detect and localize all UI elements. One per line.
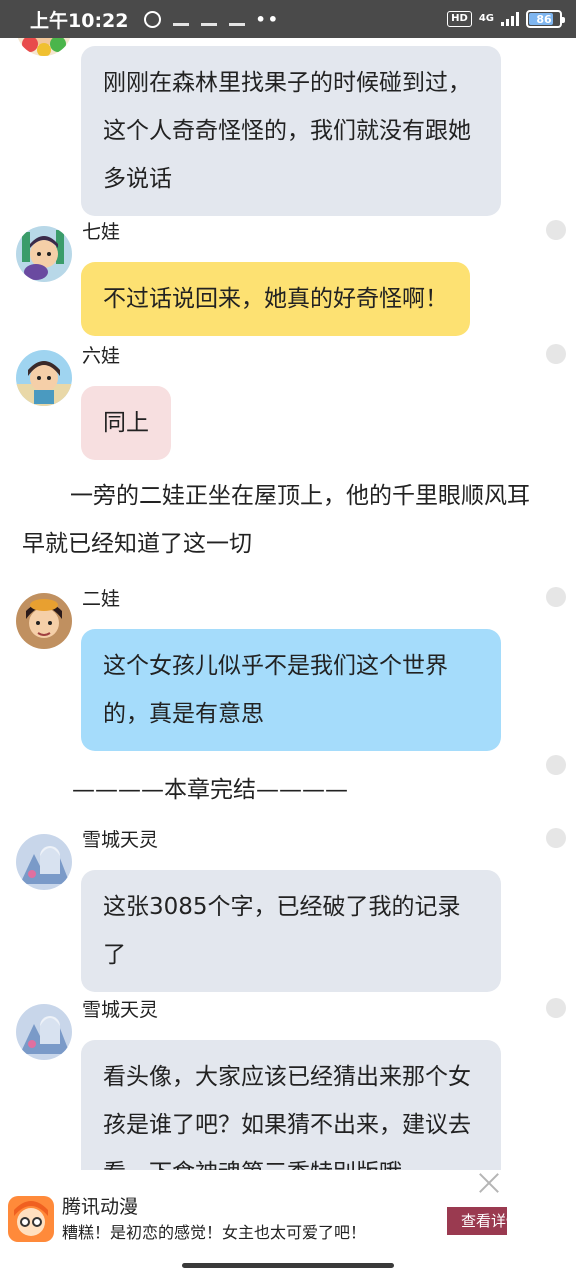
- tencent-comic-logo-icon[interactable]: [8, 1196, 54, 1242]
- app-notification-icon-3: [229, 12, 246, 26]
- sender-name: 雪城天灵: [82, 999, 159, 1021]
- erwa-avatar-icon[interactable]: [16, 593, 72, 649]
- xuecheng-avatar-icon[interactable]: [16, 1004, 72, 1060]
- app-notification-icon-2: [201, 12, 218, 26]
- side-indicator-dot[interactable]: [546, 828, 566, 848]
- side-indicator-dot[interactable]: [546, 587, 566, 607]
- sender-name: 六娃: [82, 345, 121, 367]
- ad-description[interactable]: 糟糕！是初恋的感觉！女主也太可爱了吧！: [62, 1219, 366, 1243]
- message-bubble[interactable]: 刚刚在森林里找果子的时候碰到过，这个人奇奇怪怪的，我们就没有跟她多说话: [81, 46, 501, 216]
- close-icon[interactable]: [476, 1170, 502, 1196]
- xuecheng-avatar-icon[interactable]: [16, 834, 72, 890]
- sender-name: 雪城天灵: [82, 829, 159, 851]
- message-bubble[interactable]: 看头像，大家应该已经猜出来那个女孩是谁了吧？如果猜不出来，建议去看一下食神魂第三…: [81, 1040, 501, 1170]
- side-indicator-dot[interactable]: [546, 220, 566, 240]
- battery-icon: 86: [526, 10, 565, 28]
- status-bar: 上午10:22 •• HD 4G 86: [0, 0, 576, 38]
- more-notifications-icon: ••: [255, 9, 280, 29]
- narration-text: 一旁的二娃正坐在屋顶上，他的千里眼顺风耳早就已经知道了这一切: [22, 483, 530, 557]
- battery-level: 86: [536, 12, 552, 26]
- message-bubble[interactable]: 不过话说回来，她真的好奇怪啊！: [81, 262, 470, 336]
- home-indicator[interactable]: [182, 1263, 394, 1268]
- status-time: 上午10:22: [30, 9, 129, 32]
- alarm-icon: [144, 10, 162, 28]
- ad-title[interactable]: 腾讯动漫: [62, 1192, 138, 1219]
- message-bubble[interactable]: 这个女孩儿似乎不是我们这个世界的，真是有意思: [81, 629, 501, 751]
- sender-name: 七娃: [82, 221, 121, 243]
- hd-badge: HD: [447, 11, 472, 27]
- side-indicator-dot[interactable]: [546, 755, 566, 775]
- message-bubble[interactable]: 这张3085个字，已经破了我的记录了: [81, 870, 501, 992]
- ad-view-button[interactable]: 查看详情: [447, 1207, 507, 1235]
- network-type: 4G: [478, 13, 494, 24]
- signal-icon: [501, 12, 519, 26]
- message-bubble[interactable]: 同上: [81, 386, 171, 460]
- app-notification-icon: [173, 12, 190, 26]
- liuwa-avatar-icon[interactable]: [16, 350, 72, 406]
- sender-name: 二娃: [82, 588, 121, 610]
- chapter-end-divider: ————本章完结————: [72, 777, 348, 803]
- qiwa-avatar-icon[interactable]: [16, 226, 72, 282]
- side-indicator-dot[interactable]: [546, 998, 566, 1018]
- side-indicator-dot[interactable]: [546, 344, 566, 364]
- chat-content[interactable]: 刚刚在森林里找果子的时候碰到过，这个人奇奇怪怪的，我们就没有跟她多说话 七娃 不…: [0, 38, 576, 1170]
- flower-child-avatar-icon[interactable]: [16, 38, 72, 56]
